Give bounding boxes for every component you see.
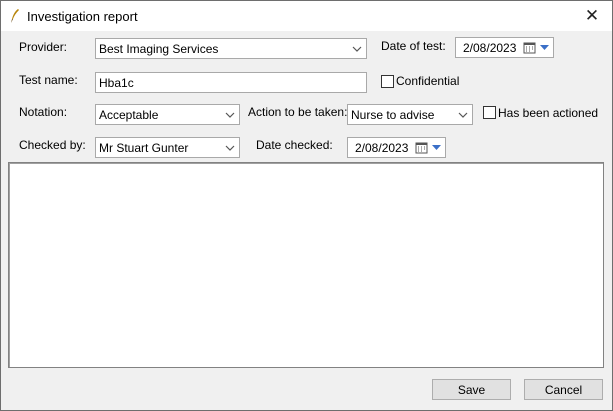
has-been-actioned-checkbox[interactable]	[483, 106, 496, 119]
action-label: Action to be taken:	[248, 105, 348, 119]
test-name-label: Test name:	[19, 73, 78, 87]
chevron-down-icon	[225, 145, 235, 151]
checked-by-label: Checked by:	[19, 138, 86, 152]
notation-select[interactable]: Acceptable	[95, 104, 240, 125]
date-checked-label: Date checked:	[256, 138, 333, 152]
cancel-button[interactable]: Cancel	[524, 379, 603, 400]
has-been-actioned-label: Has been actioned	[498, 106, 599, 120]
title-bar: Investigation report ✕	[1, 1, 612, 31]
notation-label: Notation:	[19, 105, 68, 119]
date-of-test-value: 2/08/2023	[463, 41, 517, 55]
date-checked-value: 2/08/2023	[355, 141, 409, 155]
test-name-input[interactable]: Hba1c	[95, 72, 367, 93]
notes-textarea[interactable]	[8, 162, 604, 368]
quill-icon	[11, 9, 19, 23]
close-icon: ✕	[584, 6, 600, 25]
notation-value: Acceptable	[99, 108, 159, 122]
action-value: Nurse to advise	[351, 108, 435, 122]
close-button[interactable]: ✕	[572, 1, 612, 31]
provider-select[interactable]: Best Imaging Services	[95, 38, 367, 59]
provider-label: Provider:	[19, 40, 68, 54]
calendar-icon	[523, 42, 536, 54]
provider-value: Best Imaging Services	[99, 42, 219, 56]
save-button[interactable]: Save	[432, 379, 511, 400]
date-of-test-label: Date of test:	[381, 39, 446, 53]
window-title: Investigation report	[27, 9, 138, 24]
checked-by-value: Mr Stuart Gunter	[99, 141, 189, 155]
chevron-down-icon	[352, 46, 362, 52]
date-checked-picker[interactable]: 2/08/2023	[347, 137, 446, 158]
calendar-icon	[415, 142, 428, 154]
dropdown-arrow-icon	[432, 145, 441, 150]
chevron-down-icon	[225, 112, 235, 118]
investigation-report-window: Investigation report ✕ Provider: Best Im…	[0, 0, 613, 411]
confidential-label: Confidential	[396, 74, 460, 88]
test-name-value: Hba1c	[99, 76, 134, 90]
checked-by-select[interactable]: Mr Stuart Gunter	[95, 137, 240, 158]
dropdown-arrow-icon	[540, 45, 549, 50]
action-select[interactable]: Nurse to advise	[347, 104, 473, 125]
date-of-test-picker[interactable]: 2/08/2023	[455, 37, 554, 58]
chevron-down-icon	[458, 112, 468, 118]
confidential-checkbox[interactable]	[381, 75, 394, 88]
